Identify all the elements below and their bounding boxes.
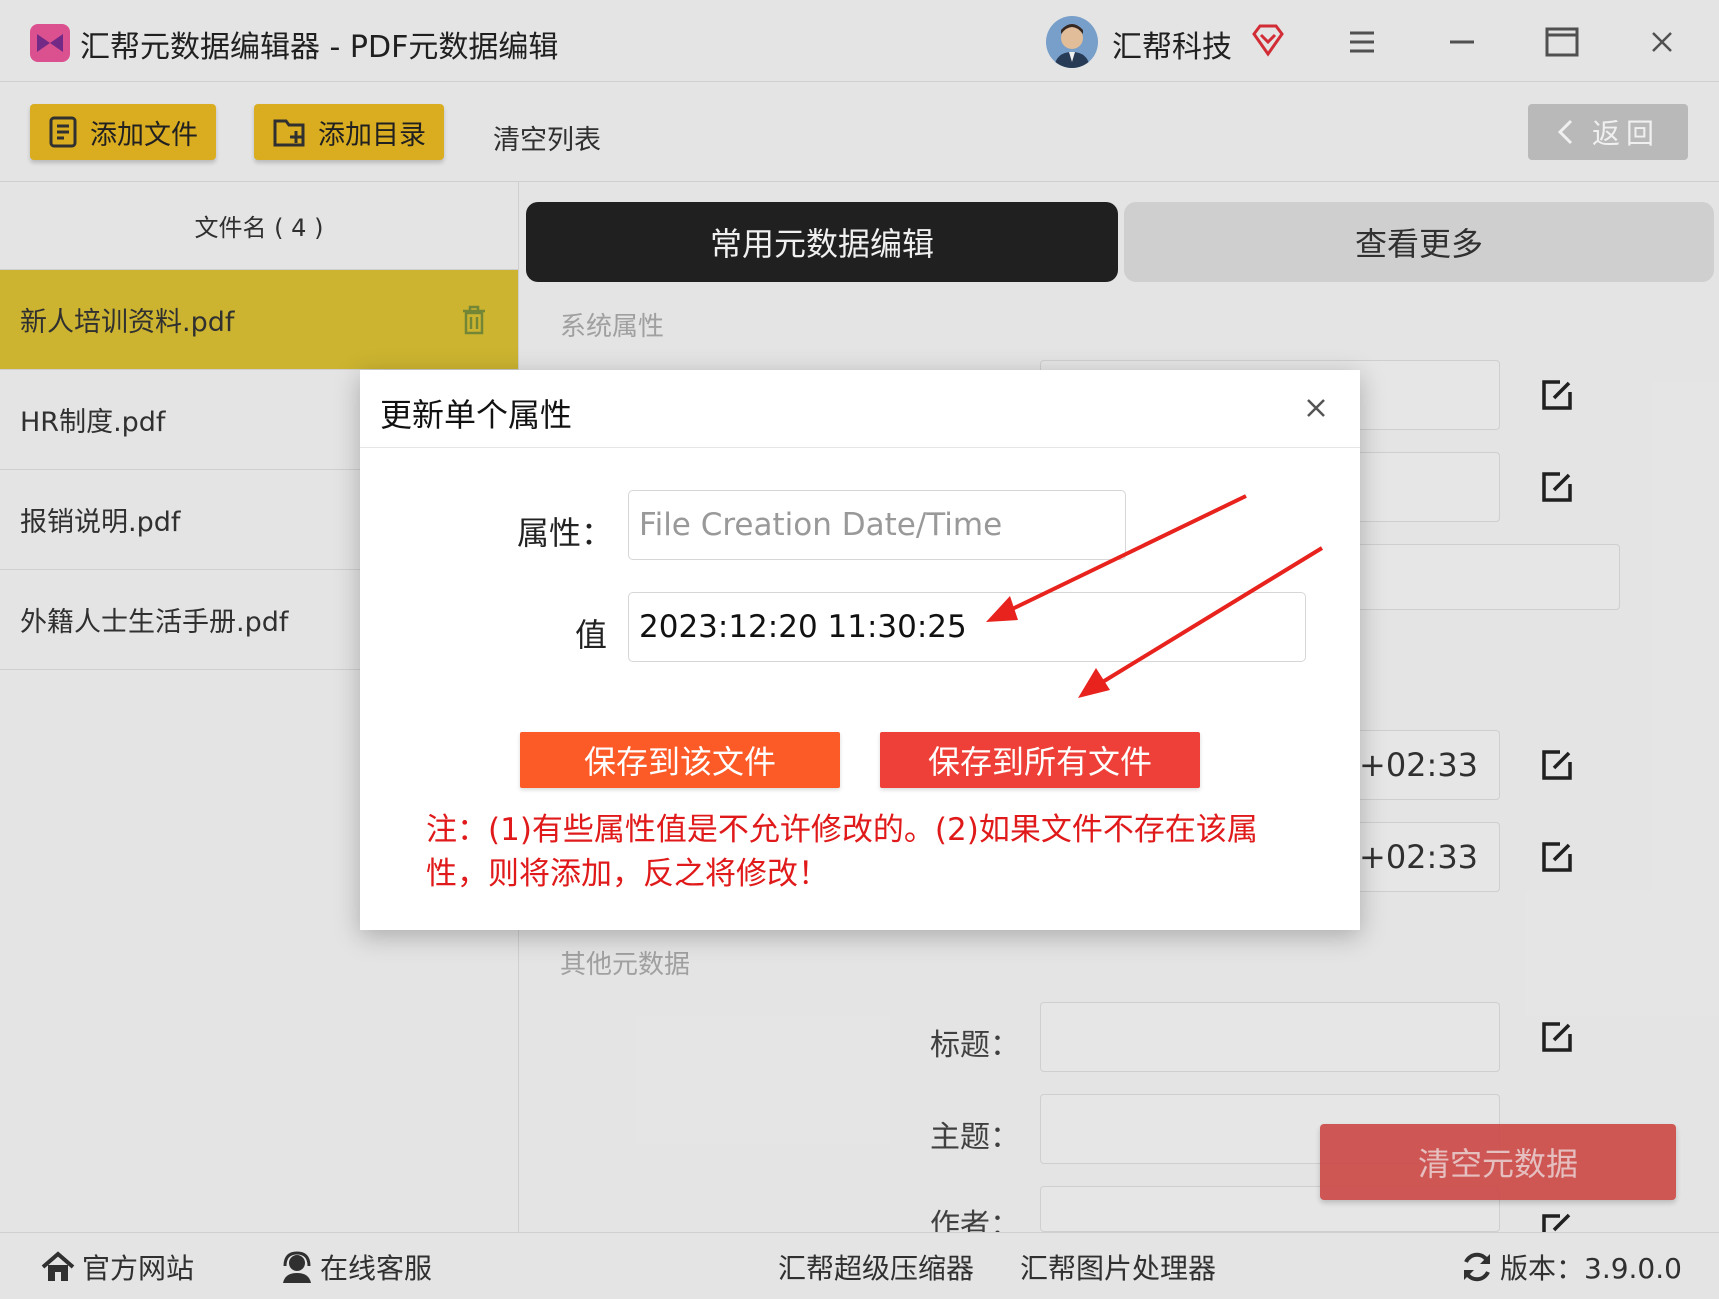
dialog-header: 更新单个属性 bbox=[360, 370, 1360, 448]
save-this-file-button[interactable]: 保存到该文件 bbox=[520, 732, 840, 788]
dialog-note: 注：(1)有些属性值是不允许修改的。(2)如果文件不存在该属性，则将添加，反之将… bbox=[426, 812, 1258, 892]
close-icon[interactable] bbox=[1298, 390, 1334, 426]
value-label: 值 bbox=[575, 616, 608, 654]
update-property-dialog: 更新单个属性 属性： 值 保存到该文件 保存到所有文件 注：(1)有些属性值是不… bbox=[360, 370, 1360, 930]
property-input[interactable] bbox=[628, 490, 1126, 560]
property-label: 属性： bbox=[517, 514, 614, 552]
value-input[interactable] bbox=[628, 592, 1306, 662]
dialog-title: 更新单个属性 bbox=[380, 396, 573, 434]
save-all-files-button[interactable]: 保存到所有文件 bbox=[880, 732, 1200, 788]
